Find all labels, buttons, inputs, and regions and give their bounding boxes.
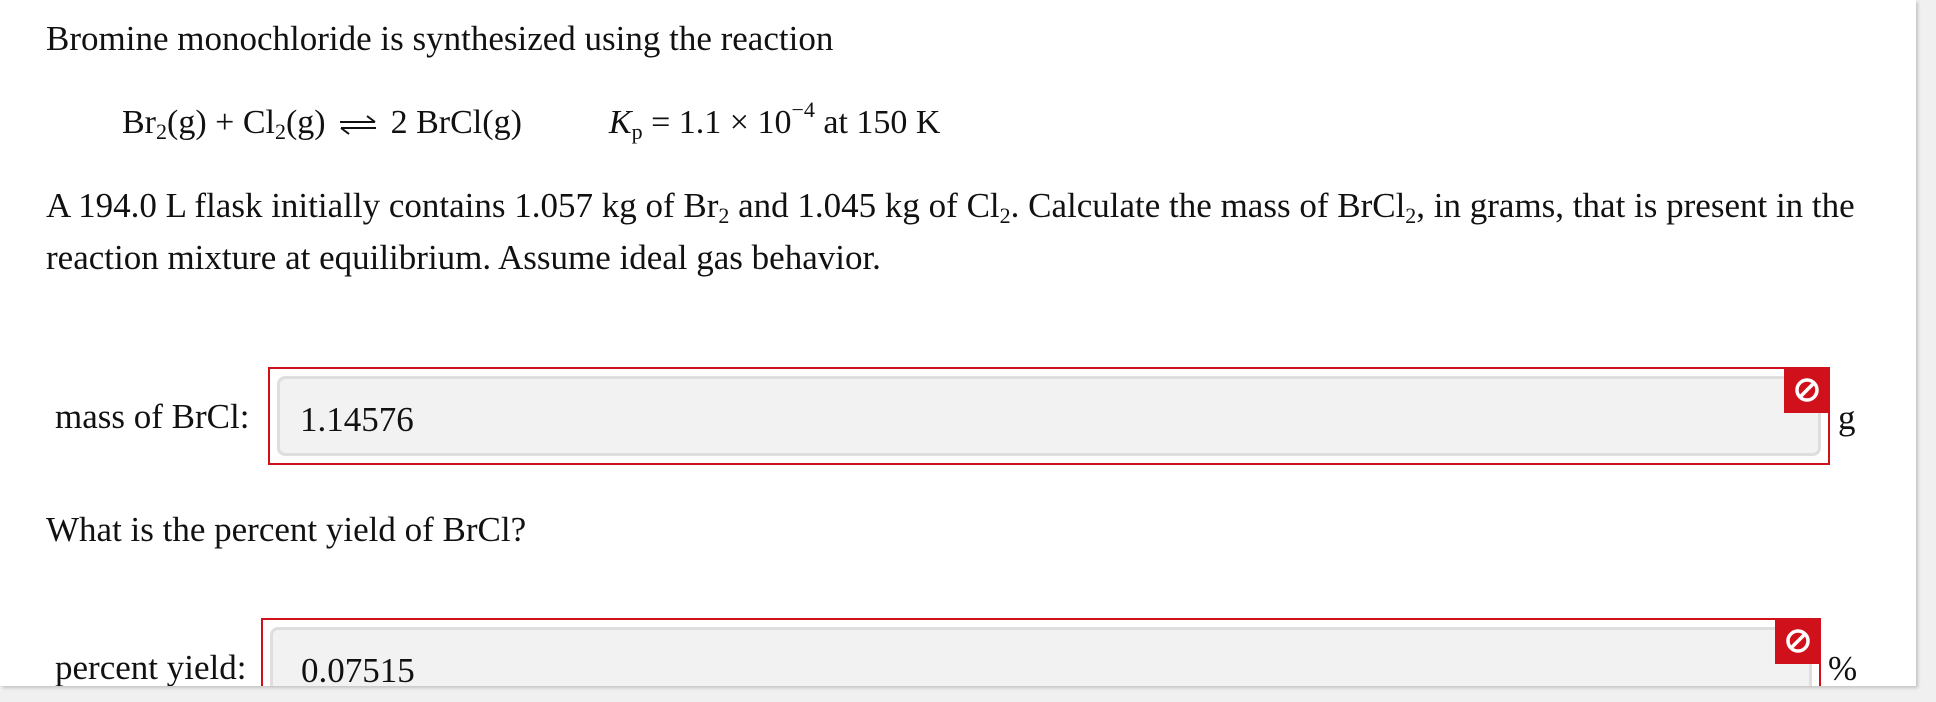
mass-answer-frame: 1.14576	[268, 367, 1830, 465]
equilibrium-arrows-icon	[338, 97, 378, 153]
equilibrium-constant: Kp = 1.1 × 10−4 at 150 K	[608, 97, 941, 144]
question-page: Bromine monochloride is synthesized usin…	[0, 0, 1916, 686]
problem-statement: A 194.0 L flask initially contains 1.057…	[46, 186, 1855, 277]
question-intro: Bromine monochloride is synthesized usin…	[46, 19, 834, 58]
reactant-2: Cl2(g)	[242, 104, 326, 144]
yield-answer-row: percent yield: 0.07515 %	[0, 618, 1916, 686]
incorrect-icon	[1775, 618, 1821, 664]
yield-input[interactable]: 0.07515	[270, 627, 1812, 686]
mass-input[interactable]: 1.14576	[277, 376, 1821, 456]
mass-answer-row: mass of BrCl: 1.14576 g	[0, 367, 1916, 469]
followup-question: What is the percent yield of BrCl?	[46, 510, 527, 549]
yield-unit: %	[1828, 649, 1858, 686]
incorrect-icon	[1784, 367, 1830, 413]
yield-label: percent yield:	[55, 648, 247, 686]
plus-sign: +	[215, 104, 235, 141]
reactant-1: Br2(g)	[122, 104, 207, 144]
mass-unit: g	[1838, 398, 1856, 437]
mass-label: mass of BrCl:	[55, 397, 250, 436]
product: 2 BrCl(g)	[390, 104, 522, 141]
reaction-equation: Br2(g) + Cl2(g) 2 BrCl(g) Kp = 1.1 × 10−…	[122, 95, 940, 153]
yield-answer-frame: 0.07515	[261, 618, 1821, 686]
